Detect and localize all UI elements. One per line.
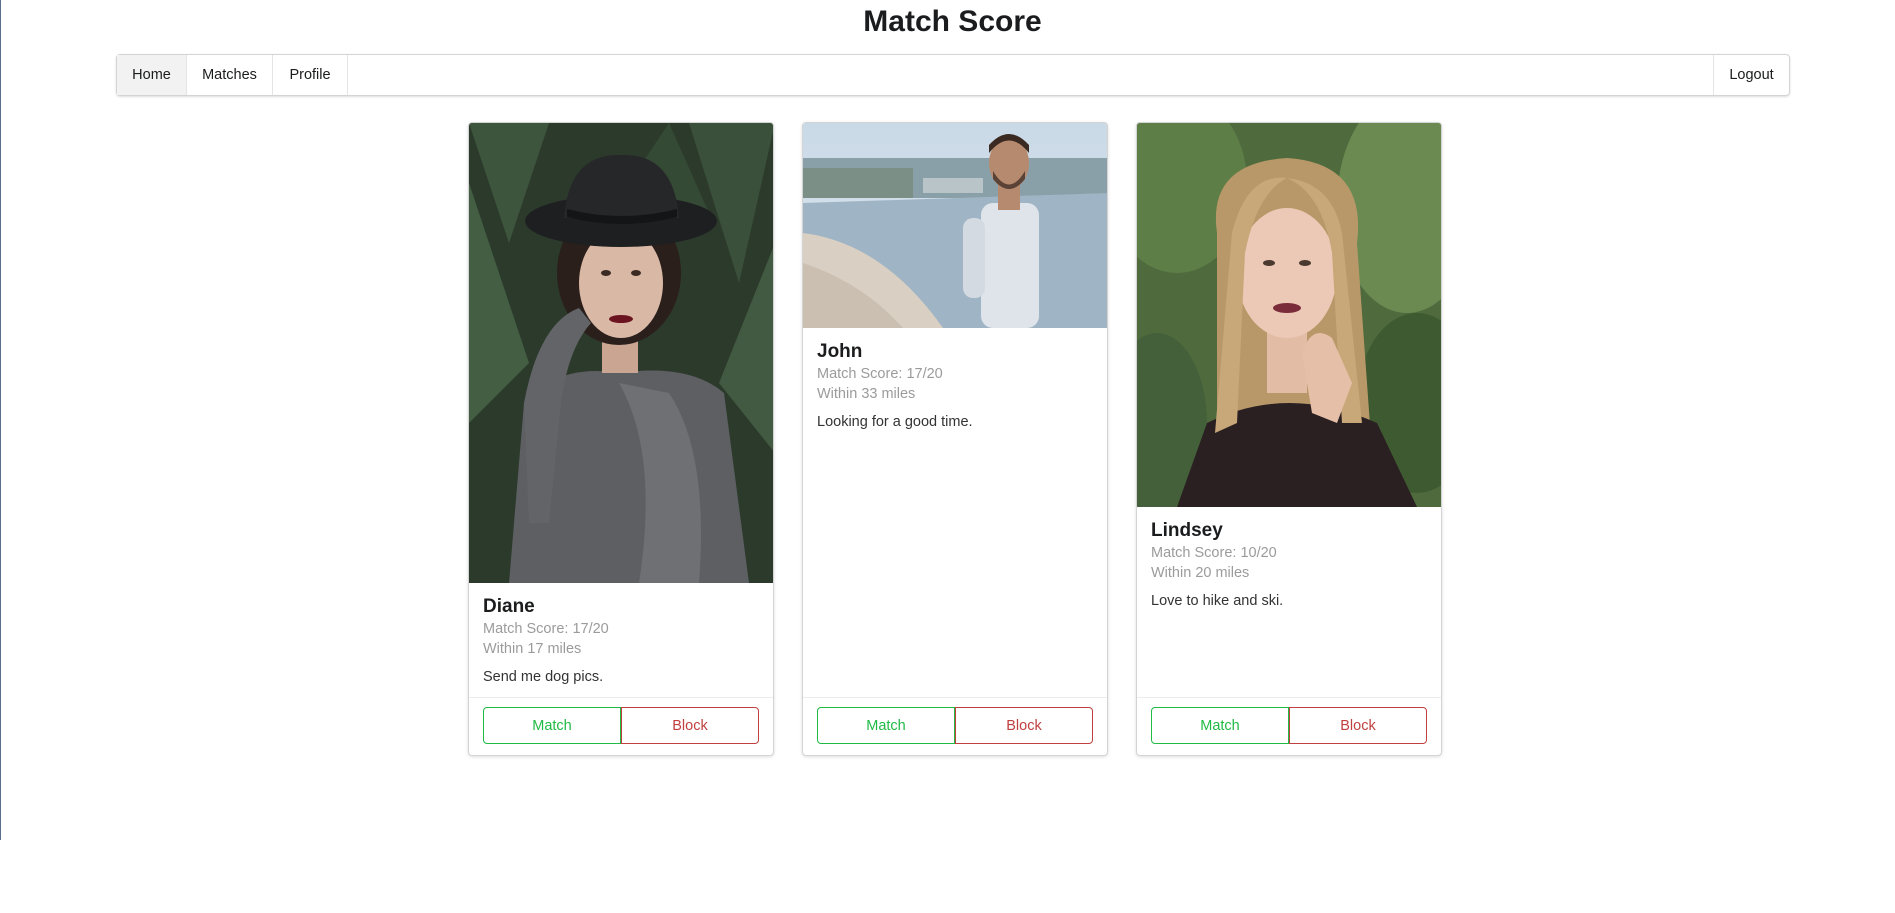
match-score: Match Score: 10/20 [1151,545,1277,561]
match-button[interactable]: Match [817,707,955,744]
profile-photo-image [803,123,1107,328]
profile-photo[interactable] [803,123,1107,328]
menu-spacer [348,55,1713,95]
block-button[interactable]: Block [1289,707,1427,744]
page-title: Match Score [863,5,1042,38]
profile-card: Lindsey Match Score: 10/20 Within 20 mil… [1136,122,1442,756]
distance: Within 33 miles [817,386,916,402]
profile-card: Diane Match Score: 17/20 Within 17 miles… [468,122,774,756]
block-button[interactable]: Block [621,707,759,744]
profile-photo-image [469,123,773,583]
match-score: Match Score: 17/20 [483,621,609,637]
match-score: Match Score: 17/20 [817,366,943,382]
logout-button[interactable]: Logout [1713,55,1789,95]
menu-item-home[interactable]: Home [117,55,187,95]
card-actions: Match Block [469,697,773,755]
profile-name: John [817,341,863,362]
profile-name: Lindsey [1151,520,1223,541]
match-button[interactable]: Match [483,707,621,744]
menu-item-profile[interactable]: Profile [273,55,348,95]
profile-description: Looking for a good time. [817,414,973,430]
top-menu: Home Matches Profile Logout [116,54,1790,96]
menu-item-matches[interactable]: Matches [187,55,273,95]
profile-photo-image [1137,123,1441,507]
profile-card: John Match Score: 17/20 Within 33 miles … [802,122,1108,756]
distance: Within 20 miles [1151,565,1250,581]
profile-description: Send me dog pics. [483,669,604,685]
distance: Within 17 miles [483,641,582,657]
profile-name: Diane [483,596,535,617]
profile-photo[interactable] [1137,123,1441,507]
card-actions: Match Block [803,697,1107,755]
match-button[interactable]: Match [1151,707,1289,744]
window-edge [0,0,1,840]
profile-description: Love to hike and ski. [1151,593,1284,609]
block-button[interactable]: Block [955,707,1093,744]
profile-photo[interactable] [469,123,773,583]
card-actions: Match Block [1137,697,1441,755]
